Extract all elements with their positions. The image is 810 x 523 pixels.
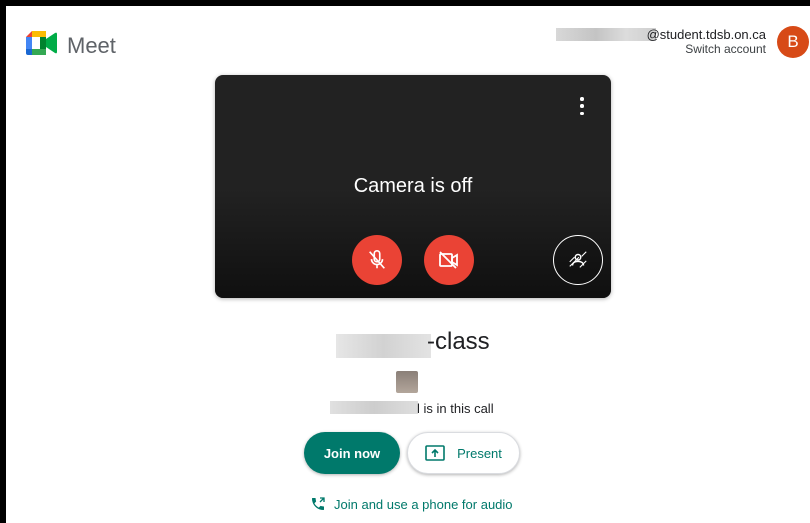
participant-avatar — [396, 371, 418, 393]
account-email: @student.tdsb.on.ca — [646, 27, 766, 42]
app-name: Meet — [67, 33, 116, 58]
join-phone-audio-link[interactable]: Join and use a phone for audio — [310, 496, 513, 512]
phone-audio-label: Join and use a phone for audio — [334, 496, 513, 512]
meet-logo-icon — [26, 31, 57, 55]
redacted-email — [556, 28, 656, 41]
more-vert-icon[interactable] — [579, 97, 585, 115]
microphone-toggle-button[interactable] — [352, 235, 402, 285]
redacted-meeting-name — [336, 334, 431, 358]
preview-gradient — [215, 188, 611, 298]
participants-status: l is in this call — [417, 401, 494, 416]
switch-account-link[interactable]: Switch account — [685, 42, 766, 56]
videocam-off-icon — [439, 251, 458, 269]
phone-forwarded-icon — [312, 497, 325, 510]
meeting-name: -class — [427, 328, 490, 355]
present-button[interactable]: Present — [407, 432, 520, 474]
visual-effects-button[interactable] — [553, 235, 603, 285]
join-now-button[interactable]: Join now — [304, 432, 400, 474]
mic-off-icon — [369, 250, 385, 269]
camera-preview: Camera is off — [215, 75, 611, 298]
meet-page: Meet @student.tdsb.on.ca Switch account … — [6, 6, 810, 523]
camera-toggle-button[interactable] — [424, 235, 474, 285]
visual-effects-icon — [569, 251, 587, 268]
present-label: Present — [457, 445, 502, 461]
redacted-participant-name — [330, 401, 418, 414]
present-to-all-icon — [425, 445, 445, 461]
avatar[interactable]: B — [777, 26, 809, 58]
camera-status-text: Camera is off — [353, 175, 473, 197]
